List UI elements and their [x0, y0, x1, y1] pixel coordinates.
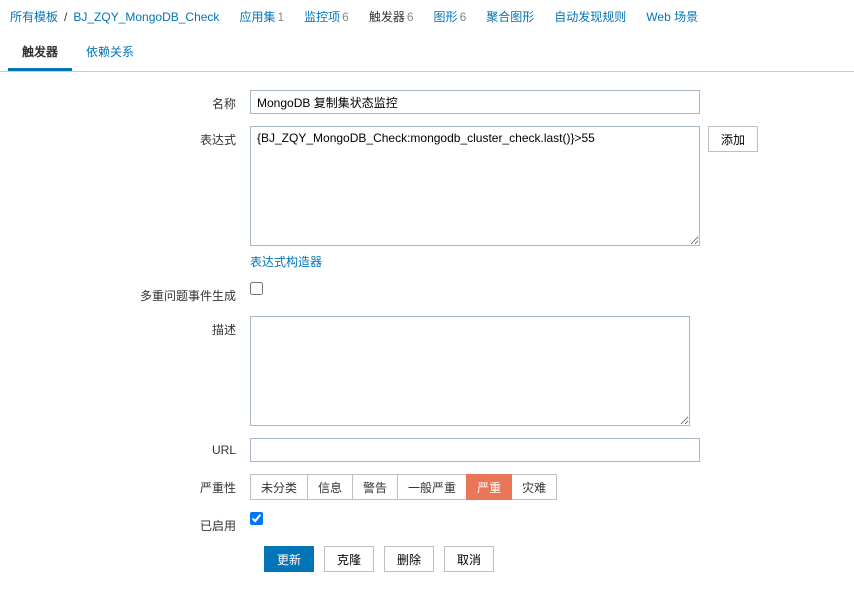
breadcrumb-item-screens[interactable]: 聚合图形 [486, 8, 534, 25]
severity-label: 严重性 [10, 474, 250, 496]
tab-dependencies[interactable]: 依赖关系 [72, 35, 148, 71]
breadcrumb: 所有模板 / BJ_ZQY_MongoDB_Check 应用集1 监控项6 触发… [0, 0, 854, 33]
severity-disaster[interactable]: 灾难 [511, 474, 557, 500]
multi-problem-label: 多重问题事件生成 [10, 282, 250, 304]
enabled-label: 已启用 [10, 512, 250, 534]
severity-high[interactable]: 严重 [466, 474, 512, 500]
name-input[interactable] [250, 90, 700, 114]
breadcrumb-all-templates[interactable]: 所有模板 [10, 8, 58, 25]
clone-button[interactable]: 克隆 [324, 546, 374, 572]
breadcrumb-item-triggers[interactable]: 触发器6 [369, 8, 414, 25]
url-input[interactable] [250, 438, 700, 462]
url-label: URL [10, 438, 250, 457]
severity-not-classified[interactable]: 未分类 [250, 474, 308, 500]
enabled-checkbox[interactable] [250, 512, 263, 525]
breadcrumb-separator: / [64, 10, 67, 24]
breadcrumb-template-name[interactable]: BJ_ZQY_MongoDB_Check [73, 10, 219, 24]
severity-group: 未分类 信息 警告 一般严重 严重 灾难 [250, 474, 557, 500]
expression-builder-link[interactable]: 表达式构造器 [250, 255, 322, 269]
trigger-form: 名称 表达式 {BJ_ZQY_MongoDB_Check:mongodb_clu… [0, 72, 854, 592]
add-button[interactable]: 添加 [708, 126, 758, 152]
breadcrumb-item-items[interactable]: 监控项6 [304, 8, 349, 25]
expression-label: 表达式 [10, 126, 250, 148]
cancel-button[interactable]: 取消 [444, 546, 494, 572]
description-label: 描述 [10, 316, 250, 338]
action-buttons: 更新 克隆 删除 取消 [264, 546, 844, 572]
expression-textarea[interactable]: {BJ_ZQY_MongoDB_Check:mongodb_cluster_ch… [250, 126, 700, 246]
delete-button[interactable]: 删除 [384, 546, 434, 572]
update-button[interactable]: 更新 [264, 546, 314, 572]
severity-information[interactable]: 信息 [307, 474, 353, 500]
name-label: 名称 [10, 90, 250, 112]
breadcrumb-item-apps[interactable]: 应用集1 [239, 8, 284, 25]
breadcrumb-item-web[interactable]: Web 场景 [646, 8, 698, 25]
breadcrumb-item-discovery[interactable]: 自动发现规则 [554, 8, 626, 25]
tabs: 触发器 依赖关系 [0, 35, 854, 72]
severity-warning[interactable]: 警告 [352, 474, 398, 500]
breadcrumb-item-graphs[interactable]: 图形6 [434, 8, 467, 25]
description-textarea[interactable] [250, 316, 690, 426]
severity-average[interactable]: 一般严重 [397, 474, 467, 500]
multi-problem-checkbox[interactable] [250, 282, 263, 295]
tab-trigger[interactable]: 触发器 [8, 35, 72, 71]
